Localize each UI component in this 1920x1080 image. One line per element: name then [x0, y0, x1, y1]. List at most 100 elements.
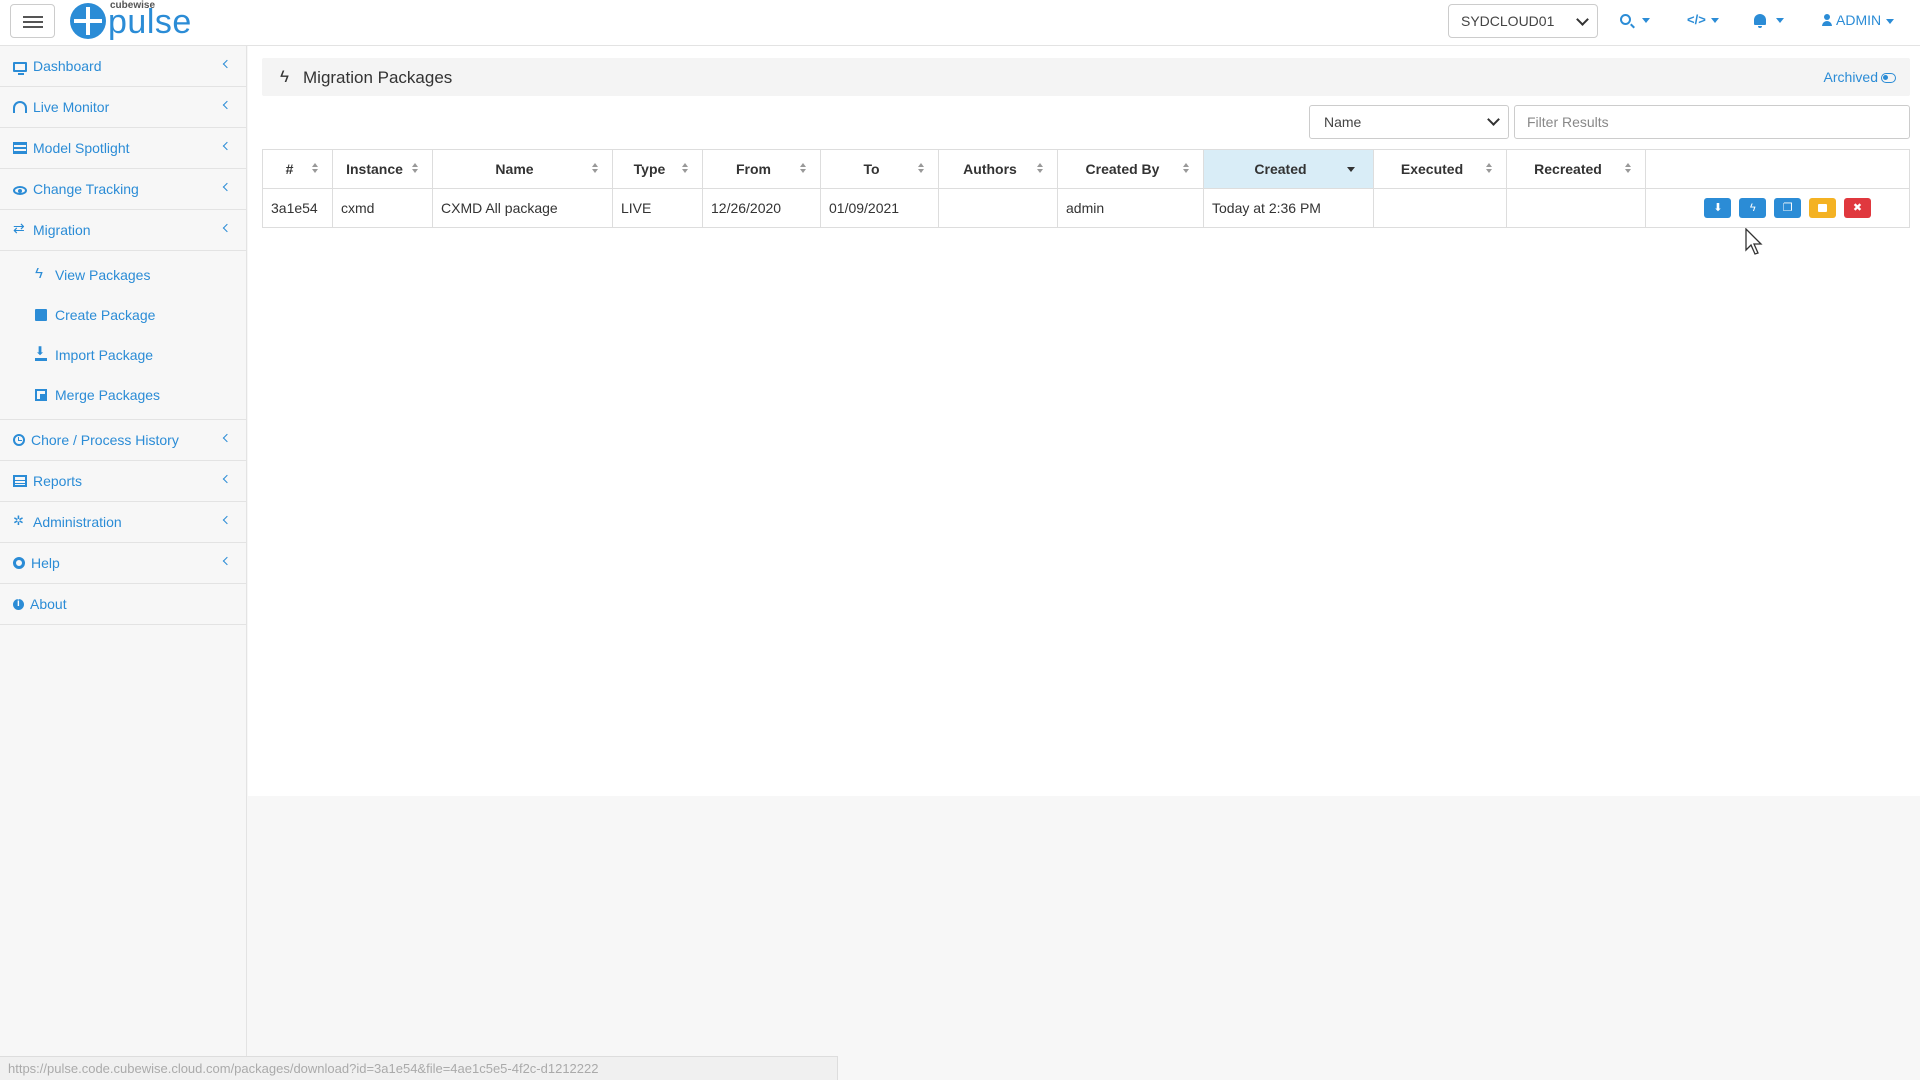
- cell-recreated: [1506, 188, 1646, 228]
- sort-icon: [682, 163, 688, 175]
- mouse-cursor-icon: [1745, 228, 1763, 255]
- sort-icon: [1183, 163, 1189, 175]
- code-dropdown[interactable]: </>: [1687, 12, 1719, 27]
- archived-label: Archived: [1823, 69, 1878, 85]
- sidebar-item-chore-process-history[interactable]: Chore / Process History: [0, 420, 246, 461]
- sidebar-item-label: Administration: [33, 514, 122, 530]
- table-icon: [13, 475, 27, 487]
- package-id-link[interactable]: 3a1e54: [262, 188, 333, 228]
- copy-icon: ❐: [1782, 202, 1793, 214]
- code-icon: </>: [1687, 12, 1706, 27]
- sidebar-subitem-merge-packages[interactable]: Merge Packages: [0, 375, 246, 415]
- user-name: ADMIN: [1836, 12, 1882, 28]
- sidebar-subitem-view-packages[interactable]: View Packages: [0, 255, 246, 295]
- column-header-label: Created By: [1085, 161, 1160, 177]
- bolt-icon: [35, 265, 47, 282]
- column-header-created[interactable]: Created: [1203, 149, 1374, 189]
- column-header-actions: [1645, 149, 1910, 189]
- sidebar-item-dashboard[interactable]: Dashboard: [0, 46, 246, 87]
- filter-results-input[interactable]: [1514, 105, 1910, 139]
- filter-field-select[interactable]: Name: [1309, 105, 1509, 139]
- download-package-button[interactable]: ⬇: [1704, 198, 1732, 218]
- notifications-dropdown[interactable]: [1754, 12, 1794, 32]
- archive-icon: [1818, 204, 1828, 212]
- logo-text: pulse: [108, 3, 192, 41]
- close-icon: ✖: [1852, 202, 1863, 214]
- chevron-left-icon: [222, 223, 232, 233]
- sidebar-subitem-label: Merge Packages: [55, 387, 161, 403]
- sort-icon: [592, 163, 598, 175]
- cell-from: 12/26/2020: [702, 188, 821, 228]
- cell-executed: [1373, 188, 1507, 228]
- bell-icon: [1754, 14, 1766, 28]
- download-icon: ⬇: [1713, 202, 1723, 214]
- sidebar-item-reports[interactable]: Reports: [0, 461, 246, 502]
- pulse-logo[interactable]: cubewise pulse: [70, 0, 200, 43]
- column-header-to[interactable]: To: [820, 149, 939, 189]
- sidebar-subitem-label: Import Package: [55, 347, 154, 363]
- chevron-left-icon: [222, 515, 232, 525]
- user-menu[interactable]: ADMIN: [1822, 12, 1895, 28]
- sort-icon: [1625, 163, 1631, 175]
- archived-toggle[interactable]: Archived: [1824, 69, 1896, 85]
- sidebar-item-change-tracking[interactable]: Change Tracking: [0, 169, 246, 210]
- eye-icon: [13, 186, 27, 195]
- info-icon: [13, 598, 24, 610]
- sort-desc-icon: [1347, 167, 1355, 172]
- sidebar-subitem-import-package[interactable]: Import Package: [0, 335, 246, 375]
- column-header-executed[interactable]: Executed: [1373, 149, 1507, 189]
- migration-submenu: View Packages Create Package Import Pack…: [0, 251, 246, 420]
- sidebar-item-model-spotlight[interactable]: Model Spotlight: [0, 128, 246, 169]
- sidebar-item-label: Migration: [33, 222, 91, 238]
- sidebar-item-label: Reports: [33, 473, 83, 489]
- delete-package-button[interactable]: ✖: [1844, 198, 1871, 218]
- toggle-icon: [1881, 73, 1896, 83]
- sort-icon: [800, 163, 806, 175]
- column-header-created-by[interactable]: Created By: [1057, 149, 1204, 189]
- column-header-type[interactable]: Type: [612, 149, 703, 189]
- chevron-left-icon: [222, 474, 232, 484]
- cell-created: Today at 2:36 PM: [1203, 188, 1374, 228]
- sort-icon: [1037, 163, 1043, 175]
- sidebar-item-label: Change Tracking: [33, 181, 139, 197]
- cell-created-by: admin: [1057, 188, 1204, 228]
- column-header-name[interactable]: Name: [432, 149, 613, 189]
- sidebar-item-label: Chore / Process History: [31, 432, 179, 448]
- gauge-icon: [13, 101, 27, 113]
- status-url: https://pulse.code.cubewise.cloud.com/pa…: [8, 1061, 599, 1076]
- column-header-authors[interactable]: Authors: [938, 149, 1058, 189]
- column-header-instance[interactable]: Instance: [332, 149, 433, 189]
- bolt-icon: ϟ: [1749, 202, 1756, 214]
- sidebar-item-migration[interactable]: Migration: [0, 210, 246, 251]
- sidebar-item-label: Live Monitor: [33, 99, 110, 115]
- sort-icon: [918, 163, 924, 175]
- sidebar-item-administration[interactable]: Administration: [0, 502, 246, 543]
- sidebar-item-about[interactable]: About: [0, 584, 246, 625]
- column-header-label: Created: [1254, 161, 1307, 177]
- archive-icon: [35, 309, 47, 321]
- caret-down-icon: [1642, 18, 1650, 23]
- chevron-left-icon: [222, 433, 232, 443]
- copy-package-button[interactable]: ❐: [1774, 198, 1802, 218]
- column-header-label: #: [285, 161, 294, 177]
- column-header-label: From: [736, 161, 771, 177]
- sidebar-subitem-create-package[interactable]: Create Package: [0, 295, 246, 335]
- clock-icon: [13, 434, 25, 446]
- archive-package-button[interactable]: [1809, 198, 1837, 218]
- cell-to: 01/09/2021: [820, 188, 939, 228]
- chevron-left-icon: [222, 182, 232, 192]
- column-header-recreated[interactable]: Recreated: [1506, 149, 1646, 189]
- download-icon: [35, 344, 47, 361]
- execute-package-button[interactable]: ϟ: [1739, 198, 1767, 218]
- hamburger-menu-button[interactable]: [10, 4, 55, 38]
- search-dropdown[interactable]: [1620, 12, 1660, 32]
- column-header-from[interactable]: From: [702, 149, 821, 189]
- column-header-label: Recreated: [1534, 161, 1602, 177]
- cell-authors: [938, 188, 1058, 228]
- sidebar-item-live-monitor[interactable]: Live Monitor: [0, 87, 246, 128]
- life-ring-icon: [13, 557, 25, 569]
- server-select[interactable]: SYDCLOUD01: [1448, 4, 1598, 38]
- column-header-id[interactable]: #: [262, 149, 333, 189]
- sidebar-item-help[interactable]: Help: [0, 543, 246, 584]
- cell-type: LIVE: [612, 188, 703, 228]
